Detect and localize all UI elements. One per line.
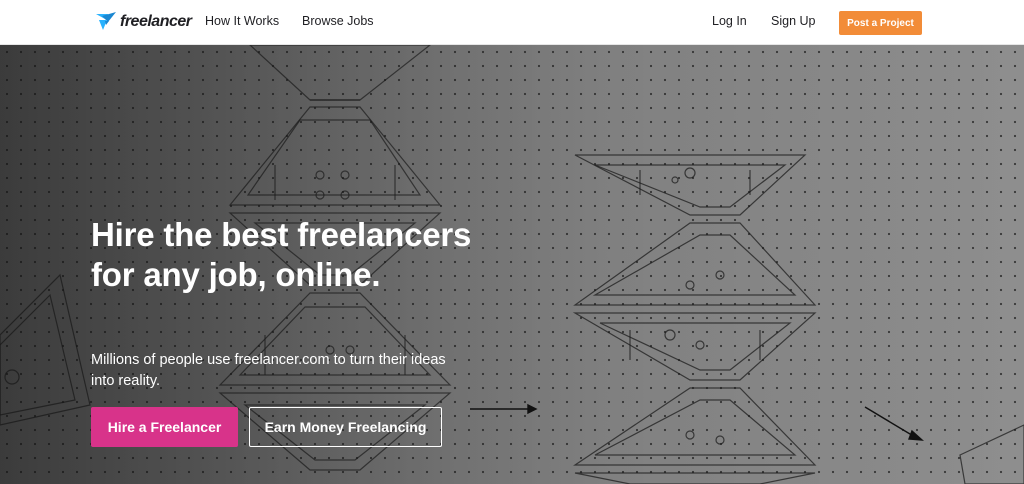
nav-log-in[interactable]: Log In	[712, 14, 747, 28]
hero-headline: Hire the best freelancers for any job, o…	[91, 216, 472, 293]
nav-sign-up[interactable]: Sign Up	[771, 14, 815, 28]
top-navigation-bar: freelancer How It Works Browse Jobs Log …	[0, 0, 1024, 45]
hero-subheadline: Millions of people use freelancer.com to…	[91, 352, 446, 389]
logo-wordmark: freelancer	[120, 13, 192, 30]
nav-browse-jobs[interactable]: Browse Jobs	[302, 14, 374, 28]
hire-a-freelancer-button[interactable]: Hire a Freelancer	[91, 407, 238, 447]
freelancer-logo[interactable]: freelancer	[94, 9, 192, 35]
hero-section: Hire the best freelancers for any job, o…	[0, 45, 1024, 484]
post-a-project-button[interactable]: Post a Project	[839, 11, 922, 35]
freelancer-bird-icon	[96, 12, 116, 30]
nav-how-it-works[interactable]: How It Works	[205, 14, 279, 28]
earn-money-freelancing-button[interactable]: Earn Money Freelancing	[249, 407, 442, 447]
